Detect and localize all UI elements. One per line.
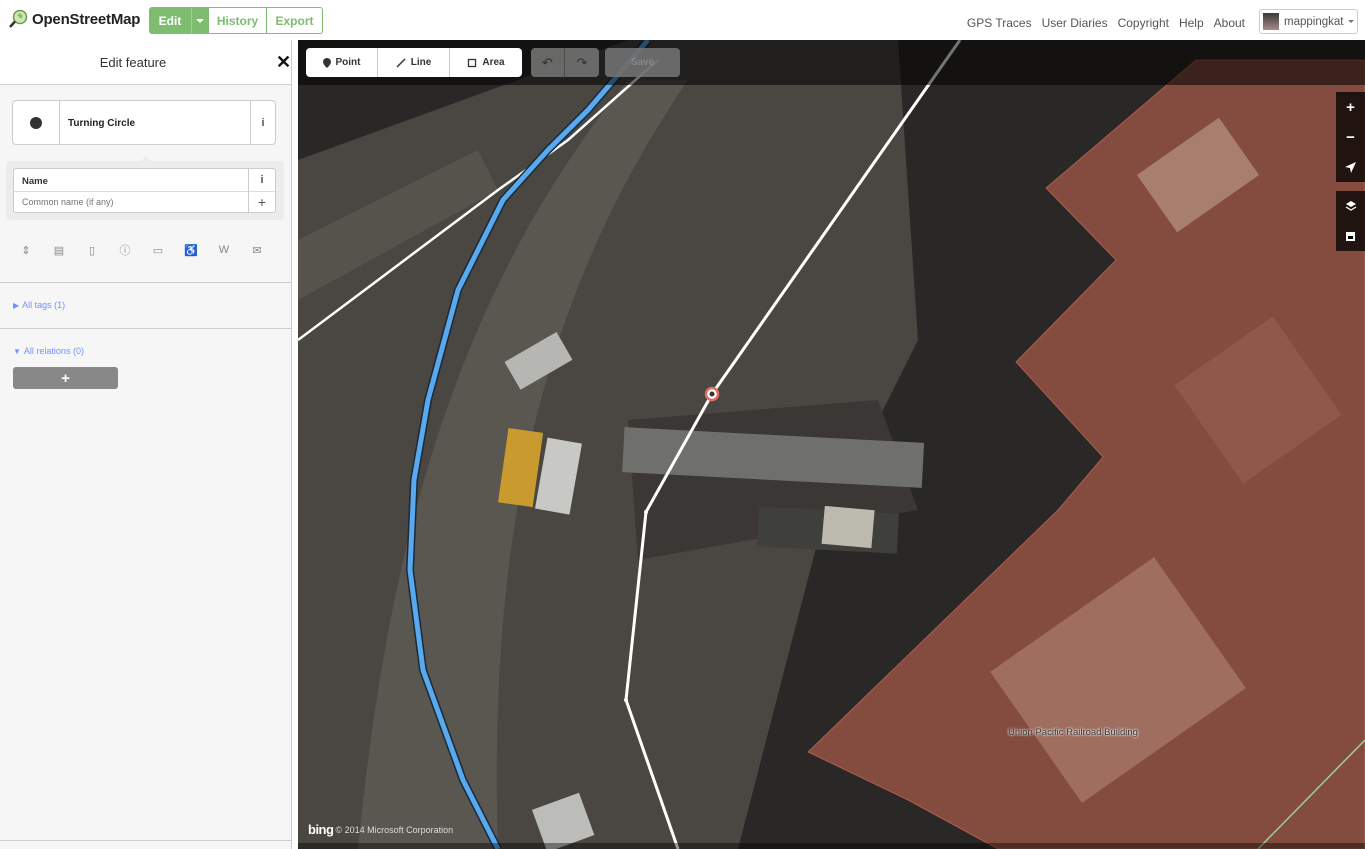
inspector-sidebar: Edit feature ✕ Turning Circle i Name i +…	[0, 40, 292, 849]
username: mappingkat	[1284, 15, 1344, 28]
add-point-button[interactable]: Point	[306, 48, 378, 77]
nav-help[interactable]: Help	[1179, 16, 1204, 30]
add-relation-button[interactable]: +	[13, 367, 118, 389]
map-data-icon[interactable]	[1336, 221, 1365, 251]
user-menu[interactable]: mappingkat	[1259, 9, 1358, 34]
point-icon	[322, 57, 331, 68]
additional-fields: ⇕ ▤ ▯ ⓘ ▭ ♿ W ✉	[19, 243, 264, 257]
edit-menu-button[interactable]	[191, 7, 209, 34]
preset-info-icon[interactable]: i	[250, 101, 275, 144]
preset-name: Turning Circle	[68, 118, 136, 129]
caret-down-icon	[196, 18, 204, 23]
email-icon[interactable]: ✉	[250, 243, 264, 257]
aerial-imagery	[298, 40, 1365, 849]
divider	[0, 328, 291, 329]
add-area-button[interactable]: Area	[450, 48, 522, 77]
inspector-title: Edit feature	[99, 55, 167, 70]
map-canvas[interactable]: Point Line Area ↶ ↷ Save + − Union Pacif…	[298, 40, 1365, 849]
wheelchair-icon[interactable]: ♿	[184, 243, 198, 257]
preset-selector[interactable]: Turning Circle i	[12, 100, 276, 145]
add-mode-buttons: Point Line Area	[306, 48, 522, 77]
nav-copyright[interactable]: Copyright	[1118, 16, 1169, 30]
attribution-text: © 2014 Microsoft Corporation	[335, 824, 454, 835]
undo-icon[interactable]: ↶	[531, 48, 565, 77]
history-button[interactable]: History	[209, 7, 267, 34]
preset-icon	[13, 101, 60, 144]
geolocate-icon[interactable]	[1336, 152, 1365, 182]
nav-user-diaries[interactable]: User Diaries	[1042, 16, 1108, 30]
field-info-icon[interactable]: i	[248, 169, 275, 191]
zoom-in-button[interactable]: +	[1336, 92, 1365, 122]
nav-gps-traces[interactable]: GPS Traces	[967, 16, 1032, 30]
nav-about[interactable]: About	[1214, 16, 1245, 30]
wikipedia-icon[interactable]: W	[217, 243, 231, 257]
add-area-label: Area	[482, 57, 505, 68]
all-relations-label: All relations (0)	[23, 346, 84, 356]
info-icon[interactable]: ⓘ	[118, 243, 132, 257]
triangle-right-icon: ▶	[13, 301, 20, 310]
area-icon	[468, 58, 477, 67]
top-navbar: OpenStreetMap Edit History Export GPS Tr…	[0, 0, 1365, 40]
add-line-button[interactable]: Line	[378, 48, 450, 77]
phone-icon[interactable]: ▯	[85, 243, 99, 257]
name-field: Name i +	[13, 168, 276, 213]
all-tags-toggle[interactable]: ▶ All tags (1)	[13, 300, 65, 310]
sidebar-footer	[0, 840, 291, 841]
bing-logo: bing	[308, 822, 334, 837]
circle-icon	[30, 116, 42, 129]
preset-pointer	[140, 156, 152, 162]
triangle-down-icon: ▼	[13, 347, 21, 356]
name-label: Name	[22, 176, 48, 187]
elevator-icon[interactable]: ⇕	[19, 243, 33, 257]
add-line-label: Line	[410, 57, 432, 68]
note-icon[interactable]: ▤	[52, 243, 66, 257]
map-controls: + −	[1336, 92, 1365, 251]
divider	[0, 282, 291, 283]
avatar	[1263, 13, 1279, 30]
all-relations-toggle[interactable]: ▼ All relations (0)	[13, 346, 84, 356]
export-button[interactable]: Export	[267, 7, 323, 34]
add-point-label: Point	[335, 57, 361, 68]
close-icon[interactable]: ✕	[276, 52, 291, 73]
redo-icon[interactable]: ↷	[565, 48, 599, 77]
line-icon	[396, 57, 406, 68]
brand[interactable]: OpenStreetMap	[8, 9, 140, 29]
all-tags-label: All tags (1)	[22, 300, 66, 310]
caret-down-icon	[1348, 20, 1355, 23]
zoom-out-button[interactable]: −	[1336, 122, 1365, 152]
primary-nav: Edit History Export	[149, 7, 323, 34]
building-label: Union Pacific Railroad Building	[1008, 727, 1138, 738]
footer-bar	[298, 843, 1365, 849]
website-icon[interactable]: ▭	[151, 243, 165, 257]
layers-icon[interactable]	[1336, 191, 1365, 221]
imagery-attribution[interactable]: bing © 2014 Microsoft Corporation	[308, 822, 453, 837]
osm-logo-icon	[9, 9, 28, 28]
name-input[interactable]	[14, 192, 249, 212]
add-localized-name-button[interactable]: +	[248, 191, 275, 213]
undo-redo-buttons: ↶ ↷	[531, 48, 599, 77]
edit-button[interactable]: Edit	[149, 7, 191, 34]
brand-name: OpenStreetMap	[32, 10, 141, 28]
secondary-nav: GPS Traces User Diaries Copyright Help A…	[967, 16, 1245, 30]
save-button[interactable]: Save	[605, 48, 680, 77]
inspector-header: Edit feature ✕	[0, 40, 291, 85]
